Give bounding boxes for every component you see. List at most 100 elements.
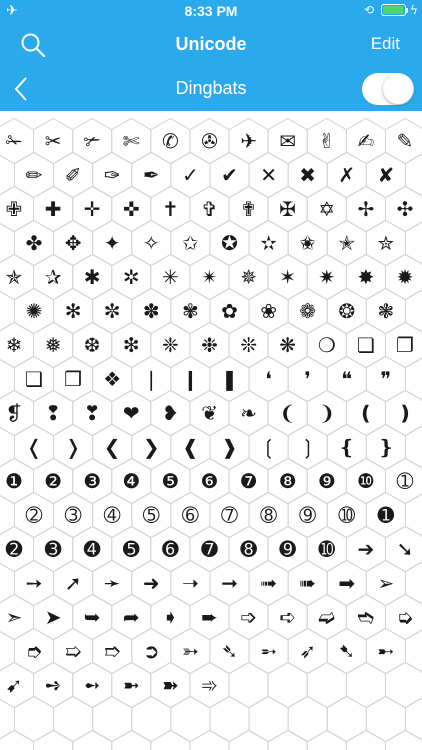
glyph-cell[interactable]: ➲ <box>133 636 169 666</box>
glyph-cell[interactable]: ➷ <box>329 636 365 666</box>
glyph-cell[interactable]: ➶ <box>290 636 326 666</box>
glyph-cell[interactable]: ✎ <box>387 126 422 156</box>
glyph-cell[interactable]: ✽ <box>133 296 169 326</box>
glyph-cell[interactable]: ➡ <box>329 568 365 598</box>
glyph-cell[interactable]: ➯ <box>55 636 91 666</box>
glyph-cell[interactable]: ✑ <box>94 160 130 190</box>
glyph-cell[interactable]: ✲ <box>113 262 149 292</box>
glyph-cell[interactable]: ❳ <box>290 432 326 462</box>
glyph-cell[interactable]: ❱ <box>212 432 248 462</box>
glyph-cell[interactable]: ➥ <box>74 602 110 632</box>
glyph-cell[interactable]: ✫ <box>251 228 287 258</box>
glyph-cell[interactable]: ➒ <box>270 534 306 564</box>
glyph-cell[interactable]: ✈ <box>231 126 267 156</box>
glyph-cell[interactable]: ✰ <box>35 262 71 292</box>
glyph-cell[interactable]: ✾ <box>172 296 208 326</box>
glyph-cell[interactable]: ✝ <box>152 194 188 224</box>
glyph-cell[interactable]: ❺ <box>152 466 188 496</box>
glyph-cell[interactable]: ➌ <box>35 534 71 564</box>
glyph-cell[interactable]: ❨ <box>270 398 306 428</box>
glyph-cell[interactable]: ❁ <box>290 296 326 326</box>
glyph-cell[interactable]: ✼ <box>94 296 130 326</box>
glyph-cell[interactable]: ❹ <box>113 466 149 496</box>
glyph-cell[interactable]: ✧ <box>133 228 169 258</box>
glyph-cell[interactable]: ✻ <box>55 296 91 326</box>
glyph-cell[interactable]: ✷ <box>309 262 345 292</box>
glyph-cell[interactable]: ✢ <box>348 194 384 224</box>
glyph-cell[interactable]: ➙ <box>16 568 52 598</box>
glyph-cell[interactable]: ❘ <box>133 364 169 394</box>
glyph-cell[interactable]: ❃ <box>368 296 404 326</box>
glyph-cell[interactable]: ➘ <box>387 534 422 564</box>
glyph-cell[interactable]: ✥ <box>55 228 91 258</box>
glyph-cell[interactable]: ❐ <box>387 330 422 360</box>
glyph-cell[interactable]: ✒ <box>133 160 169 190</box>
glyph-cell[interactable]: ➄ <box>133 500 169 530</box>
glyph-cell[interactable]: ❖ <box>94 364 130 394</box>
glyph-cell[interactable]: ➩ <box>231 602 267 632</box>
glyph-cell[interactable]: ➏ <box>152 534 188 564</box>
glyph-cell[interactable]: ❇ <box>113 330 149 360</box>
glyph-cell[interactable]: ❭ <box>55 432 91 462</box>
glyph-cell[interactable]: ✄ <box>113 126 149 156</box>
glyph-cell[interactable]: ❒ <box>55 364 91 394</box>
glyph-cell[interactable]: ✪ <box>212 228 248 258</box>
edit-button[interactable]: Edit <box>371 34 400 54</box>
glyph-cell[interactable]: ❞ <box>368 364 404 394</box>
glyph-cell[interactable]: ➂ <box>55 500 91 530</box>
glyph-cell[interactable]: ✱ <box>74 262 110 292</box>
glyph-cell[interactable]: ➋ <box>0 534 32 564</box>
glyph-cell[interactable]: ➛ <box>94 568 130 598</box>
glyph-cell[interactable]: ➾ <box>192 670 228 700</box>
glyph-cell[interactable]: ➫ <box>309 602 345 632</box>
glyph-cell[interactable]: ✂ <box>35 126 71 156</box>
glyph-cell[interactable]: ❬ <box>16 432 52 462</box>
glyph-cell[interactable]: ➊ <box>368 500 404 530</box>
favorites-toggle[interactable] <box>362 73 414 105</box>
glyph-cell[interactable]: ➅ <box>172 500 208 530</box>
glyph-cell[interactable]: ✆ <box>152 126 188 156</box>
glyph-cell[interactable]: ❦ <box>192 398 228 428</box>
glyph-cell[interactable]: ➨ <box>192 602 228 632</box>
glyph-cell[interactable]: ✤ <box>16 228 52 258</box>
glyph-cell[interactable]: ➵ <box>251 636 287 666</box>
glyph-cell[interactable]: ➟ <box>251 568 287 598</box>
glyph-cell[interactable]: ➬ <box>348 602 384 632</box>
glyph-cell[interactable]: ✺ <box>16 296 52 326</box>
glyph-cell[interactable]: ✯ <box>0 262 32 292</box>
glyph-cell[interactable]: ❣ <box>74 398 110 428</box>
glyph-cell[interactable]: ❂ <box>329 296 365 326</box>
glyph-cell[interactable]: ❑ <box>16 364 52 394</box>
glyph-cell[interactable]: ✏ <box>16 160 52 190</box>
glyph-cell[interactable]: ➀ <box>387 466 422 496</box>
glyph-cell[interactable]: ➐ <box>192 534 228 564</box>
glyph-cell[interactable]: ➮ <box>16 636 52 666</box>
glyph-cell[interactable]: ✕ <box>251 160 287 190</box>
glyph-cell[interactable]: ✍ <box>348 126 384 156</box>
glyph-cell[interactable]: ✮ <box>368 228 404 258</box>
glyph-cell[interactable]: ✇ <box>192 126 228 156</box>
glyph-cell[interactable]: ➜ <box>133 568 169 598</box>
glyph-cell[interactable]: ❽ <box>270 466 306 496</box>
glyph-cell[interactable]: ❛ <box>251 364 287 394</box>
glyph-cell[interactable]: ❲ <box>251 432 287 462</box>
glyph-cell[interactable]: ✖ <box>290 160 326 190</box>
glyph-cell[interactable]: ✵ <box>231 262 267 292</box>
glyph-cell[interactable]: ❿ <box>348 466 384 496</box>
glyph-cell[interactable]: ➸ <box>368 636 404 666</box>
glyph-cell[interactable]: ❅ <box>35 330 71 360</box>
glyph-cell[interactable]: ➽ <box>152 670 188 700</box>
glyph-cell[interactable]: ➎ <box>113 534 149 564</box>
glyph-cell[interactable]: ➱ <box>94 636 130 666</box>
glyph-cell[interactable]: ✁ <box>0 126 32 156</box>
glyph-cell[interactable]: ➆ <box>212 500 248 530</box>
glyph-cell[interactable]: ➈ <box>290 500 326 530</box>
glyph-cell[interactable]: ✸ <box>348 262 384 292</box>
glyph-cell[interactable]: ✞ <box>192 194 228 224</box>
glyph-cell[interactable]: ❜ <box>290 364 326 394</box>
glyph-cell[interactable]: ➉ <box>329 500 365 530</box>
glyph-cell[interactable]: ➧ <box>152 602 188 632</box>
glyph-cell[interactable]: ➞ <box>212 568 248 598</box>
glyph-cell[interactable]: ✳ <box>152 262 188 292</box>
glyph-cell[interactable]: ✘ <box>368 160 404 190</box>
